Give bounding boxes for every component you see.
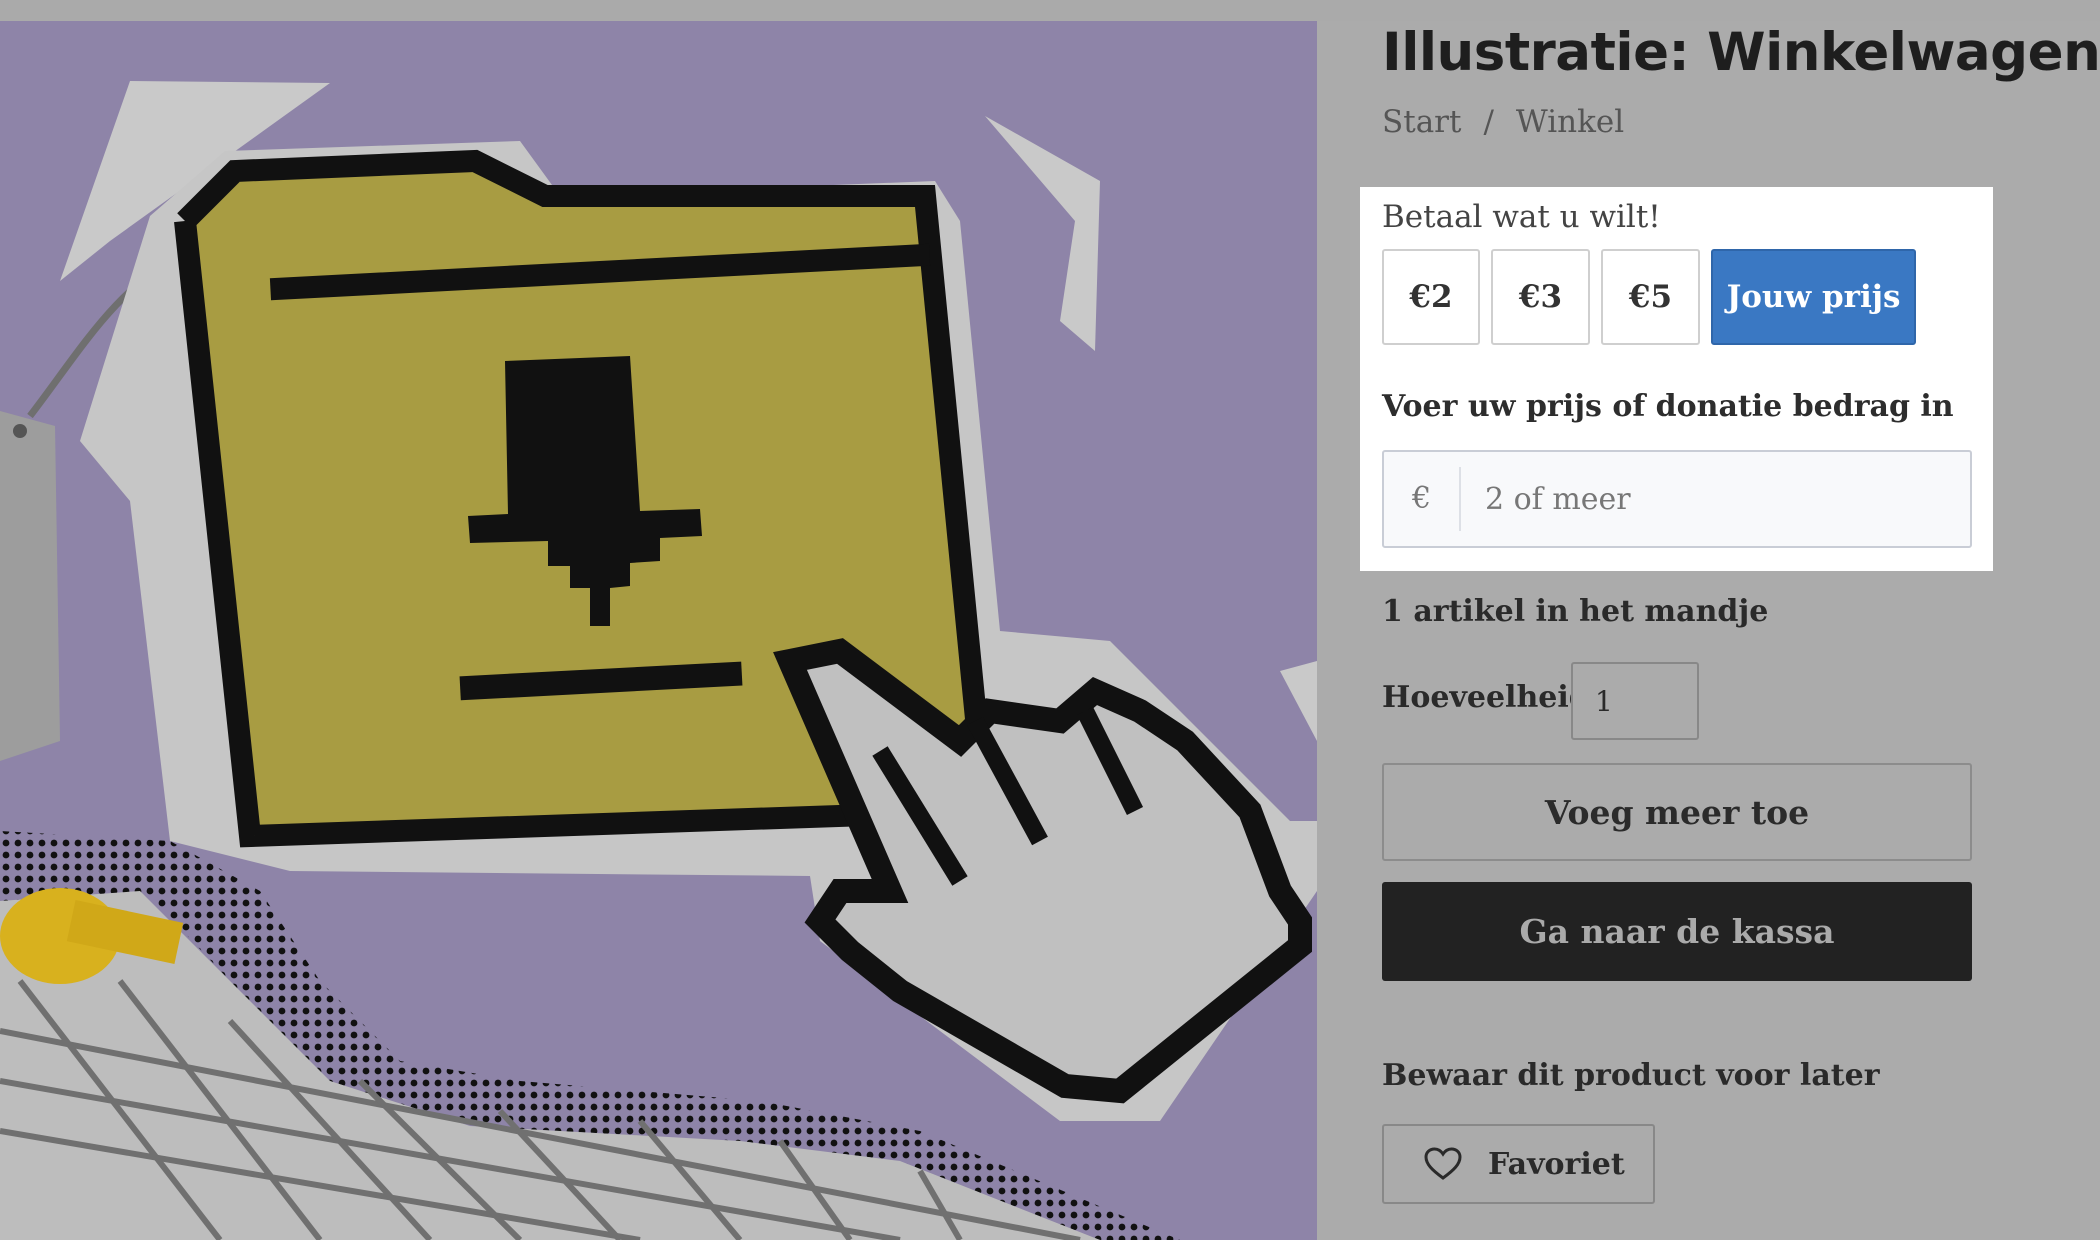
- donation-label: Voer uw prijs of donatie bedrag in: [1382, 389, 1954, 424]
- shard-shape: [985, 116, 1100, 351]
- price-option-2[interactable]: €2: [1382, 249, 1480, 345]
- save-for-later-label: Bewaar dit product voor later: [1382, 1058, 1880, 1093]
- add-more-button[interactable]: Voeg meer toe: [1382, 763, 1972, 861]
- donation-field: €: [1382, 450, 1972, 548]
- quantity-input[interactable]: [1571, 662, 1699, 740]
- price-option-5[interactable]: €5: [1601, 249, 1700, 345]
- pwyw-heading: Betaal wat u wilt!: [1382, 199, 1661, 235]
- cart-count: 1 artikel in het mandje: [1382, 594, 1769, 629]
- shard-shape: [1280, 661, 1317, 741]
- breadcrumb-separator: /: [1483, 104, 1494, 140]
- page-title: Illustratie: Winkelwagen: [1382, 22, 2100, 83]
- quantity-label: Hoeveelheid:: [1382, 680, 1601, 715]
- breadcrumb: Start / Winkel: [1382, 104, 1624, 140]
- price-option-custom[interactable]: Jouw prijs: [1711, 249, 1916, 345]
- favorite-button[interactable]: Favoriet: [1382, 1124, 1655, 1204]
- checkout-button[interactable]: Ga naar de kassa: [1382, 882, 1972, 981]
- currency-symbol: €: [1384, 467, 1461, 531]
- favorite-label: Favoriet: [1488, 1146, 1625, 1182]
- product-illustration: [0, 21, 1317, 1240]
- price-option-3[interactable]: €3: [1491, 249, 1590, 345]
- breadcrumb-winkel[interactable]: Winkel: [1516, 104, 1624, 140]
- illustration-svg: [0, 81, 1317, 1240]
- heart-icon: [1424, 1147, 1462, 1181]
- donation-amount-input[interactable]: [1483, 480, 1927, 518]
- pay-what-you-want-panel: Betaal wat u wilt! €2 €3 €5 Jouw prijs V…: [1360, 187, 1993, 571]
- breadcrumb-start[interactable]: Start: [1382, 104, 1461, 140]
